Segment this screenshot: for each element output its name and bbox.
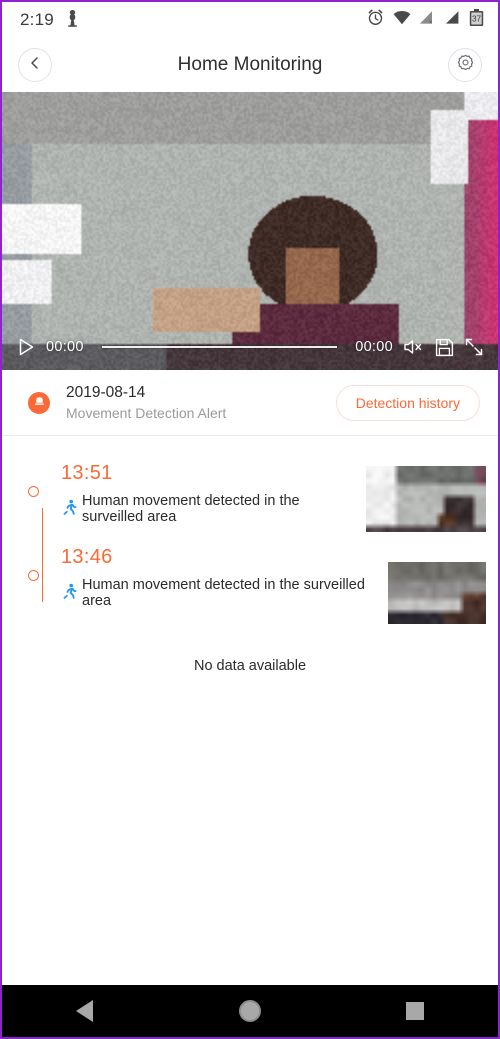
- timeline-event-description: Human movement detected in the surveille…: [82, 493, 300, 525]
- detection-timeline: 13:51 Human movement detected in the sur…: [2, 436, 498, 674]
- volume-muted-icon[interactable]: [403, 338, 425, 356]
- settings-button[interactable]: [448, 48, 482, 82]
- gear-icon: [457, 54, 474, 76]
- empty-state-message: No data available: [193, 658, 307, 674]
- status-bar: 2:19 x 37: [2, 2, 498, 38]
- chevron-left-icon: [28, 56, 42, 75]
- chess-pawn-icon: [66, 9, 79, 32]
- timeline-event-description-row: Human movement detected in the surveille…: [61, 493, 360, 525]
- alert-bell-icon: [28, 391, 50, 414]
- timeline-dot-icon: [28, 570, 39, 581]
- nav-back-button[interactable]: [2, 1000, 167, 1022]
- timeline-event-body: 13:51 Human movement detected in the sur…: [61, 460, 360, 532]
- back-button[interactable]: [18, 48, 52, 82]
- running-person-icon: [61, 499, 77, 519]
- play-button[interactable]: [16, 337, 36, 357]
- nav-home-button[interactable]: [167, 1000, 332, 1022]
- timeline-event-item[interactable]: 13:46 Human movement detected in the sur…: [2, 538, 498, 630]
- timeline-event-description: Human movement detected in the surveille…: [82, 577, 365, 609]
- timeline-dot-icon: [28, 486, 39, 497]
- timeline-event-item[interactable]: 13:51 Human movement detected in the sur…: [2, 454, 498, 538]
- save-floppy-icon[interactable]: [435, 338, 454, 357]
- android-navigation-bar: [2, 985, 498, 1037]
- timeline-event-time: 13:51: [61, 462, 113, 484]
- nav-recents-button[interactable]: [333, 1002, 498, 1020]
- running-person-icon: [61, 583, 77, 603]
- phone-screen: 2:19 x 37 Home Monitoring 00:00 00:00 20…: [0, 0, 500, 1039]
- nav-back-triangle-icon: [76, 1000, 94, 1022]
- timeline-event-thumbnail[interactable]: [366, 466, 486, 532]
- status-notification-icons: [66, 9, 79, 32]
- status-clock: 2:19: [20, 10, 54, 29]
- signal-full-icon: [445, 10, 460, 30]
- svg-text:x: x: [429, 20, 432, 25]
- page-title: Home Monitoring: [177, 54, 323, 75]
- alert-subtitle: Movement Detection Alert: [66, 404, 227, 421]
- video-controls-bar: 00:00 00:00: [2, 324, 498, 370]
- live-video-player[interactable]: 00:00 00:00: [2, 92, 498, 370]
- nav-recents-square-icon: [406, 1002, 425, 1020]
- battery-level-label: 37: [472, 14, 482, 23]
- alert-summary-row: 2019-08-14 Movement Detection Alert Dete…: [2, 370, 498, 436]
- wifi-icon: [393, 10, 411, 30]
- alert-date: 2019-08-14: [66, 383, 146, 401]
- signal-no-service-icon: x: [420, 10, 436, 30]
- status-system-icons: x 37: [367, 8, 484, 32]
- nav-home-circle-icon: [238, 1000, 261, 1022]
- timeline-event-description-row: Human movement detected in the surveille…: [61, 577, 382, 609]
- timeline-event-time: 13:46: [61, 546, 113, 568]
- fullscreen-expand-icon[interactable]: [464, 337, 484, 357]
- video-current-time: 00:00: [46, 339, 84, 355]
- alarm-clock-icon: [367, 9, 384, 31]
- video-duration: 00:00: [355, 339, 393, 355]
- video-seek-bar[interactable]: [101, 346, 338, 348]
- detection-history-button[interactable]: Detection history: [335, 384, 480, 421]
- timeline-event-body: 13:46 Human movement detected in the sur…: [61, 544, 382, 624]
- alert-text-block: 2019-08-14 Movement Detection Alert: [66, 383, 226, 423]
- app-bar: Home Monitoring: [2, 38, 498, 92]
- battery-icon: 37: [469, 8, 484, 32]
- timeline-event-thumbnail[interactable]: [388, 562, 486, 624]
